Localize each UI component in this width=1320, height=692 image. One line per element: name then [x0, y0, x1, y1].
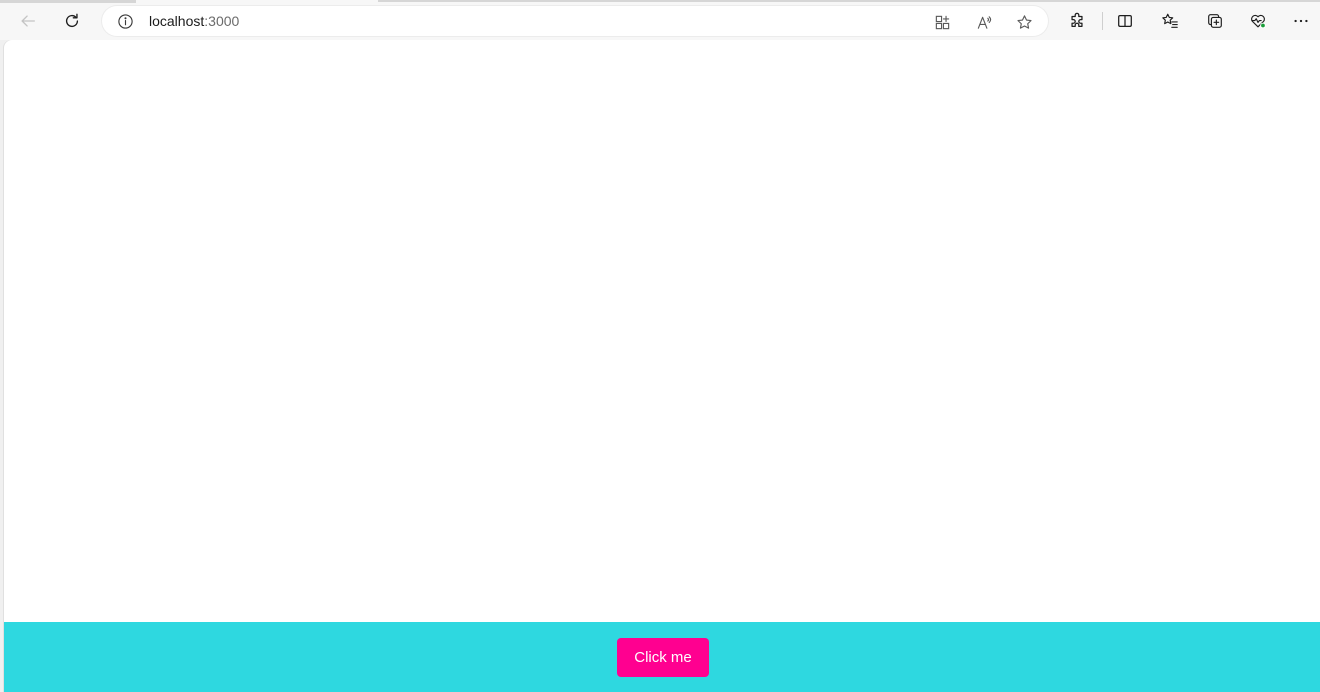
- browser-essentials-button[interactable]: [1244, 7, 1272, 35]
- reload-button[interactable]: [58, 7, 86, 35]
- address-bar[interactable]: localhost:3000: [102, 6, 1048, 36]
- star-icon[interactable]: [1014, 12, 1034, 32]
- url-host: localhost: [149, 13, 205, 29]
- split-screen-icon: [1116, 12, 1134, 30]
- footer-bar: Click me: [4, 622, 1320, 692]
- address-url[interactable]: localhost:3000: [149, 13, 239, 29]
- collections-button[interactable]: [1201, 7, 1229, 35]
- reload-icon: [63, 12, 81, 30]
- favorites-button[interactable]: [1156, 7, 1184, 35]
- toolbar-divider: [1102, 12, 1103, 30]
- heart-pulse-icon: [1249, 12, 1267, 30]
- click-me-button[interactable]: Click me: [617, 638, 709, 677]
- tab-strip-line: [378, 0, 1320, 2]
- more-icon: [1292, 12, 1310, 30]
- back-arrow-icon: [19, 12, 37, 30]
- more-button[interactable]: [1287, 7, 1315, 35]
- collections-icon: [1206, 12, 1224, 30]
- split-screen-button[interactable]: [1111, 7, 1139, 35]
- info-icon[interactable]: [116, 12, 134, 30]
- back-button[interactable]: [14, 7, 42, 35]
- extensions-button[interactable]: [1063, 7, 1091, 35]
- tab-strip-edge: [0, 0, 1320, 3]
- favorites-list-icon: [1161, 12, 1179, 30]
- read-aloud-icon[interactable]: [974, 12, 994, 32]
- url-port: :3000: [204, 13, 240, 29]
- page-viewport: Click me: [4, 40, 1320, 692]
- app-available-icon[interactable]: [932, 12, 952, 32]
- puzzle-icon: [1068, 12, 1086, 30]
- browser-toolbar: localhost:3000: [0, 0, 1320, 40]
- active-tab-edge: [0, 0, 136, 3]
